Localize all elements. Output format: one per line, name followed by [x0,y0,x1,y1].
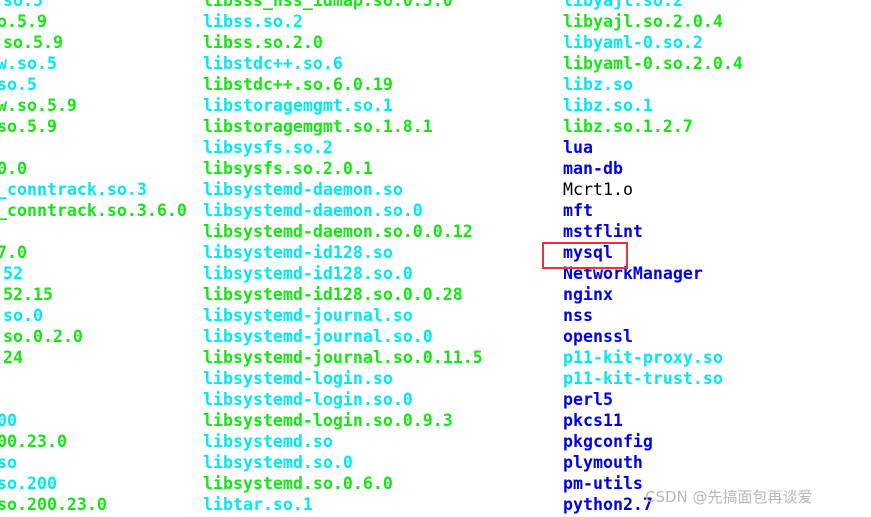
file-entry: 0.0 [0,159,27,178]
file-entry: _conntrack.so.3 [0,180,147,199]
file-entry: so.0 [3,306,43,325]
file-entry: _conntrack.so.3.6.0 [0,201,187,220]
file-entry [0,137,187,158]
file-entry: libsystemd.so [203,432,333,451]
file-entry: p11-kit-trust.so [563,369,723,388]
file-entry: o.5.9 [0,12,47,31]
file-entry: pkgconfig [563,432,653,451]
file-entry: p11-kit-proxy.so [563,348,723,367]
file-entry: libyaml-0.so.2 [563,33,703,52]
file-entry: libss.so.2.0 [203,33,323,52]
file-entry: so.200.23.0 [0,495,107,514]
file-entry: perl5 [563,390,613,409]
file-entry: Mcrt1.o [563,180,633,199]
file-entry [3,389,187,410]
file-entry: 52 [3,264,23,283]
file-entry: libsystemd-login.so [203,369,393,388]
file-entry: openssl [563,327,633,346]
listing-column-left: so.5 o.5.9 so.5.9 w.so.5 so.5 w.so.5.9 so.5.9 0… [0,0,187,515]
file-entry: libyajl.so.2 [563,0,683,10]
file-entry: libz.so [563,75,633,94]
file-entry: libsysfs.so.2.0.1 [203,159,373,178]
file-entry: libtar.so.1 [203,495,313,514]
file-entry: 00.23.0 [0,432,67,451]
file-entry: libz.so.1.2.7 [563,117,693,136]
file-entry: libsystemd-login.so.0 [203,390,413,409]
file-entry: libsss_nss_idmap.so.0.5.0 [203,0,453,10]
file-entry: mstflint [563,222,643,241]
file-entry: libsystemd-daemon.so.0.0.12 [203,222,473,241]
file-entry: w.so.5 [0,54,57,73]
file-entry: libyajl.so.2.0.4 [563,12,723,31]
file-entry: so.5.9 [0,117,57,136]
file-entry: libsystemd.so.0.6.0 [203,474,393,493]
file-entry: libsystemd-id128.so.0 [203,264,413,283]
file-entry: lua [563,138,593,157]
file-entry: nginx [563,285,613,304]
file-entry: libstdc++.so.6 [203,54,343,73]
file-entry: libsysfs.so.2 [203,138,333,157]
file-entry: so [0,453,17,472]
file-entry: so.0.2.0 [3,327,83,346]
file-entry: so.5 [0,75,37,94]
watermark: CSDN @先搞面包再谈爱 [645,488,813,506]
file-entry: plymouth [563,453,643,472]
file-entry: 52.15 [3,285,53,304]
file-entry: libsystemd-journal.so [203,306,413,325]
file-entry: nss [563,306,593,325]
file-entry: mft [563,201,593,220]
file-entry: libstdc++.so.6.0.19 [203,75,393,94]
highlight-box-mysql [542,242,628,269]
file-entry [3,368,187,389]
file-entry: libstoragemgmt.so.1 [203,96,393,115]
file-entry: libsystemd-journal.so.0 [203,327,433,346]
file-entry: libsystemd-daemon.so [203,180,403,199]
file-entry: 00 [0,411,17,430]
file-entry: man-db [563,159,623,178]
file-entry [0,221,187,242]
file-entry: so.200 [0,474,57,493]
file-entry: libstoragemgmt.so.1.8.1 [203,117,433,136]
file-entry: libsystemd-login.so.0.9.3 [203,411,453,430]
file-entry: libz.so.1 [563,96,653,115]
file-entry: so.5 [3,0,43,10]
file-entry: libsystemd-id128.so.0.0.28 [203,285,463,304]
file-entry: libsystemd.so.0 [203,453,353,472]
file-entry: pkcs11 [563,411,623,430]
listing-column-middle: libsss_nss_idmap.so.0.5.0 libss.so.2 libss… [203,0,483,515]
file-entry: libyaml-0.so.2.0.4 [563,54,743,73]
file-entry: libsystemd-journal.so.0.11.5 [203,348,483,367]
file-entry: libsystemd-id128.so [203,243,393,262]
file-entry: 24 [3,348,23,367]
file-entry: libsystemd-daemon.so.0 [203,201,423,220]
file-entry: libss.so.2 [203,12,303,31]
file-entry: 7.0 [0,243,27,262]
file-entry: so.5.9 [3,33,63,52]
file-entry: w.so.5.9 [0,96,77,115]
